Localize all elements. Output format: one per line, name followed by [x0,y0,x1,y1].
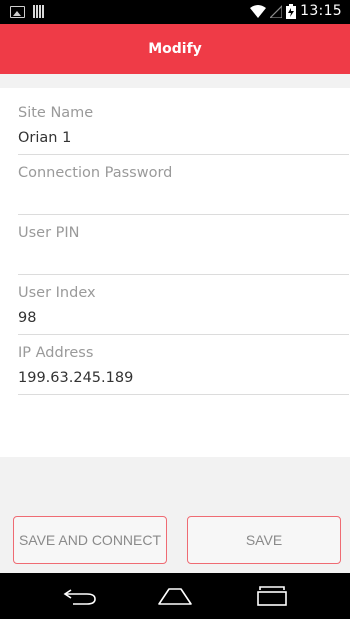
ip-address-field[interactable]: IP Address 199.63.245.189 [18,335,349,395]
site-form: Site Name Orian 1 Connection Password Us… [18,95,349,395]
back-icon [63,589,96,605]
barcode-notification-icon [33,5,45,18]
back-button[interactable] [60,582,100,610]
home-button[interactable] [155,582,195,610]
notification-icons [10,5,45,18]
app-bar: Modify [0,24,350,74]
ip-address-input[interactable]: 199.63.245.189 [18,370,133,386]
home-icon [158,588,192,605]
signal-icon [270,4,283,18]
site-name-input[interactable]: Orian 1 [18,130,71,146]
system-status: 13:15 [250,3,342,19]
ip-address-label: IP Address [18,345,94,361]
user-index-label: User Index [18,285,96,301]
header-divider-strip [0,74,350,88]
status-bar: 13:15 [0,0,350,24]
save-button[interactable]: SAVE [187,516,341,564]
status-time: 13:15 [300,3,342,19]
navigation-bar [0,573,350,619]
connection-password-field[interactable]: Connection Password [18,155,349,215]
recent-apps-icon [257,586,287,606]
page-title: Modify [148,41,202,57]
user-index-input[interactable]: 98 [18,310,36,326]
connection-password-label: Connection Password [18,165,173,181]
site-name-field[interactable]: Site Name Orian 1 [18,95,349,155]
battery-icon [286,3,297,19]
recent-apps-button[interactable] [252,582,292,610]
user-pin-label: User PIN [18,225,80,241]
user-pin-field[interactable]: User PIN [18,215,349,275]
user-index-field[interactable]: User Index 98 [18,275,349,335]
save-and-connect-button[interactable]: SAVE AND CONNECT [13,516,167,564]
site-name-label: Site Name [18,105,94,121]
image-notification-icon [10,5,25,18]
wifi-icon [250,4,267,18]
